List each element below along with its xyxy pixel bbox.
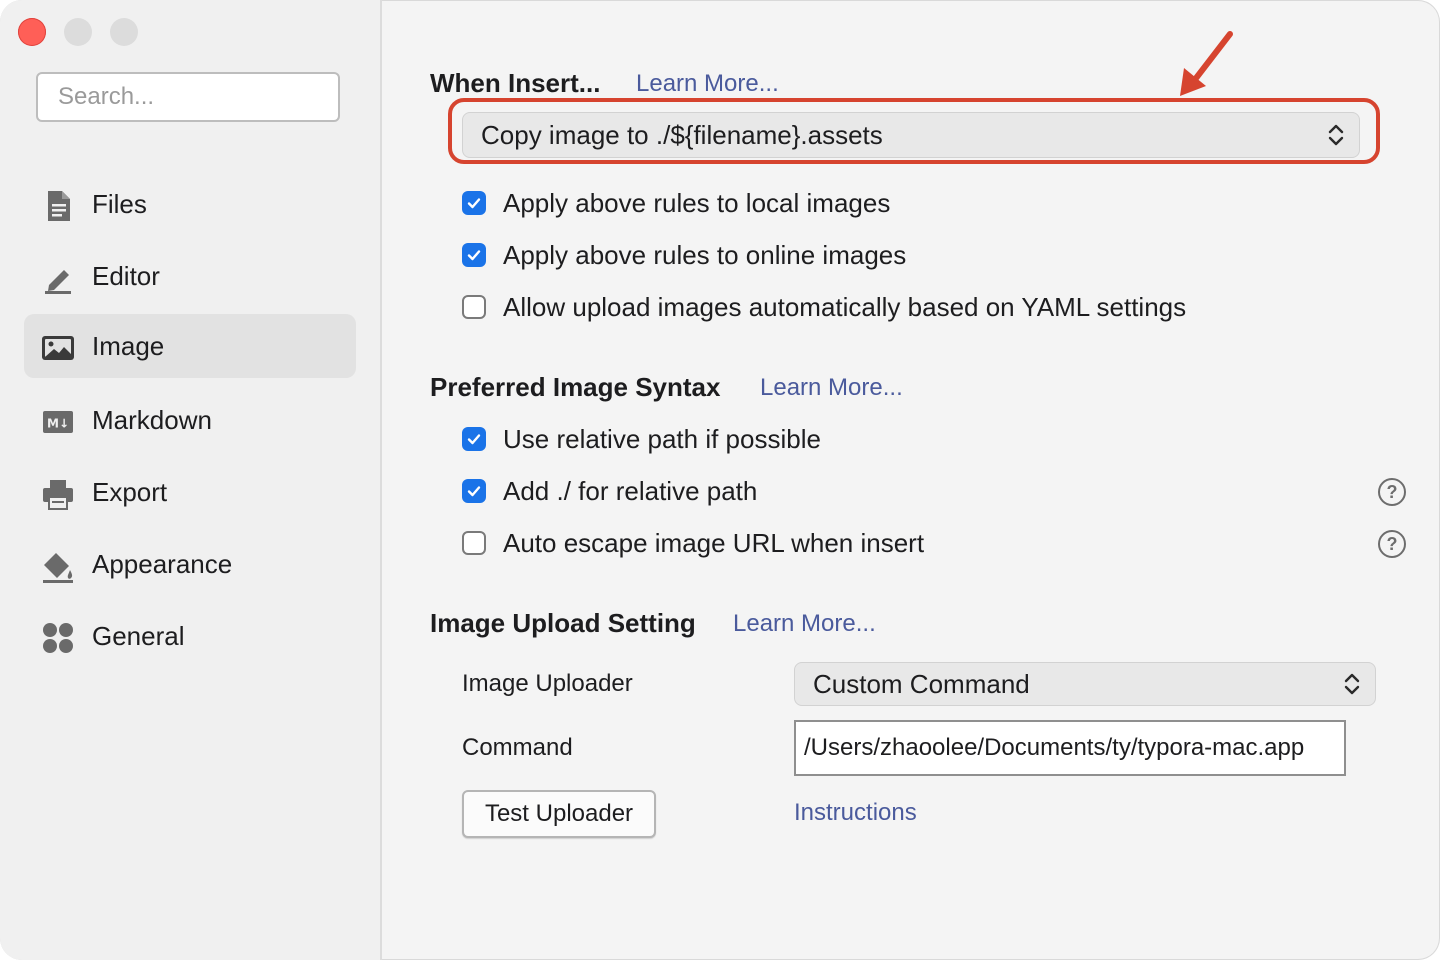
checkmark-icon [467,434,481,445]
chevron-up-down-icon [1344,673,1360,695]
checkbox-checked[interactable] [462,427,486,451]
paint-bucket-icon [43,553,73,583]
checkbox-unchecked[interactable] [462,295,486,319]
checkbox-label: Allow upload images automatically based … [503,291,1187,322]
sidebar-item-label: Appearance [92,548,233,579]
pencil-icon [45,270,71,294]
annotation-arrow-icon [1180,31,1233,96]
checkbox-online-images[interactable]: Apply above rules to online images [462,238,906,272]
checkmark-icon [467,198,481,209]
sidebar-item-files[interactable]: Files [24,172,356,236]
sidebar: Files Editor Image M↓ Markdown [0,0,382,960]
svg-text:M↓: M↓ [47,417,69,431]
image-upload-heading: Image Upload Setting [430,608,696,638]
checkbox-label: Auto escape image URL when insert [503,527,925,558]
checkbox-local-images[interactable]: Apply above rules to local images [462,186,890,220]
checkmark-icon [467,250,481,261]
close-window-button[interactable] [18,18,46,46]
instructions-link[interactable]: Instructions [794,799,917,827]
checkbox-label: Apply above rules to local images [503,187,891,218]
minimize-window-button[interactable] [64,18,92,46]
help-icon[interactable]: ? [1378,530,1406,558]
checkbox-checked[interactable] [462,243,486,267]
checkbox-label: Apply above rules to online images [503,239,907,270]
sidebar-item-label: Editor [92,260,160,291]
checkbox-label: Add ./ for relative path [503,475,758,506]
sidebar-item-label: Markdown [92,404,212,435]
sidebar-item-general[interactable]: General [24,604,356,668]
when-insert-learn-more-link[interactable]: Learn More... [636,70,779,98]
markdown-icon: M↓ [43,411,73,433]
test-uploader-button[interactable]: Test Uploader [462,790,656,838]
maximize-window-button[interactable] [110,18,138,46]
image-syntax-learn-more-link[interactable]: Learn More... [760,374,903,402]
image-uploader-select[interactable]: Custom Command [794,662,1376,706]
image-uploader-label: Image Uploader [462,670,633,697]
help-icon[interactable]: ? [1378,478,1406,506]
sidebar-item-label: Export [92,476,168,507]
when-insert-heading: When Insert... [430,68,601,98]
checkbox-yaml-upload[interactable]: Allow upload images automatically based … [462,290,1186,324]
sidebar-item-label: Files [92,188,147,219]
checkbox-label: Use relative path if possible [503,423,821,454]
checkbox-add-dot-slash[interactable]: Add ./ for relative path [462,474,757,508]
checkbox-checked[interactable] [462,191,486,215]
preferences-window: Files Editor Image M↓ Markdown [0,0,1440,960]
checkbox-relative-path[interactable]: Use relative path if possible [462,422,821,456]
image-syntax-heading: Preferred Image Syntax [430,372,721,402]
file-icon [48,191,70,221]
sidebar-item-editor[interactable]: Editor [24,244,356,308]
image-uploader-value: Custom Command [813,668,1030,699]
checkbox-checked[interactable] [462,479,486,503]
checkmark-icon [467,486,481,497]
sidebar-item-appearance[interactable]: Appearance [24,532,356,596]
sidebar-item-label: Image [92,330,165,361]
sidebar-item-image[interactable]: Image [24,314,356,378]
image-upload-learn-more-link[interactable]: Learn More... [733,610,876,638]
sidebar-item-label: General [92,620,185,651]
checkbox-unchecked[interactable] [462,531,486,555]
search-input[interactable] [36,72,340,122]
annotation-highlight-box [448,98,1380,164]
printer-icon [43,480,73,510]
sidebar-item-markdown[interactable]: M↓ Markdown [24,388,356,452]
checkbox-auto-escape[interactable]: Auto escape image URL when insert [462,526,924,560]
image-icon [42,336,74,360]
grid-icon [43,623,73,653]
command-input[interactable] [794,720,1346,776]
sidebar-item-export[interactable]: Export [24,460,356,524]
command-label: Command [462,734,573,761]
